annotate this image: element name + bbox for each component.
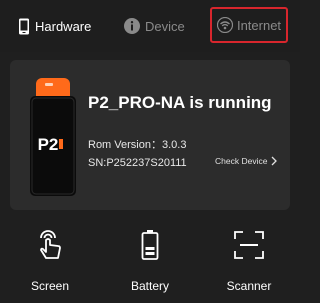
tool-scanner-label: Scanner xyxy=(226,279,272,293)
tool-battery[interactable]: Battery xyxy=(110,225,190,303)
device-image: P2 xyxy=(30,78,76,196)
rom-version: Rom Version：3.0.3 xyxy=(88,139,187,151)
touch-icon xyxy=(40,230,61,259)
device-logo-text: P2 xyxy=(38,135,59,154)
scan-icon xyxy=(234,231,264,259)
wifi-icon xyxy=(216,17,233,33)
tool-screen-label: Screen xyxy=(30,279,70,293)
tool-screen[interactable]: Screen xyxy=(10,225,90,303)
tab-internet-label: Internet xyxy=(236,17,282,33)
serial-number: SN:P252237S20111 xyxy=(88,157,187,169)
tab-device[interactable]: Device xyxy=(124,0,185,52)
hardware-tools: Screen Battery Scanner xyxy=(0,225,300,303)
tab-internet[interactable]: Internet xyxy=(210,7,288,43)
battery-icon xyxy=(141,230,159,260)
tool-battery-label: Battery xyxy=(130,279,169,293)
device-status-title: P2_PRO-NA is running xyxy=(88,93,272,112)
check-device-link[interactable]: Check Device xyxy=(215,156,278,166)
tab-device-label: Device xyxy=(145,18,185,34)
check-device-label: Check Device xyxy=(215,156,268,166)
top-tab-bar: Hardware Device Internet xyxy=(0,0,300,52)
chevron-right-icon xyxy=(271,156,278,166)
device-status-card: P2 P2_PRO-NA is running Rom Version：3.0.… xyxy=(10,60,290,210)
tab-hardware-label: Hardware xyxy=(35,18,92,34)
tab-hardware[interactable]: Hardware xyxy=(18,0,91,52)
tool-scanner[interactable]: Scanner xyxy=(209,225,289,303)
info-icon xyxy=(124,18,140,34)
phone-icon xyxy=(19,18,29,34)
